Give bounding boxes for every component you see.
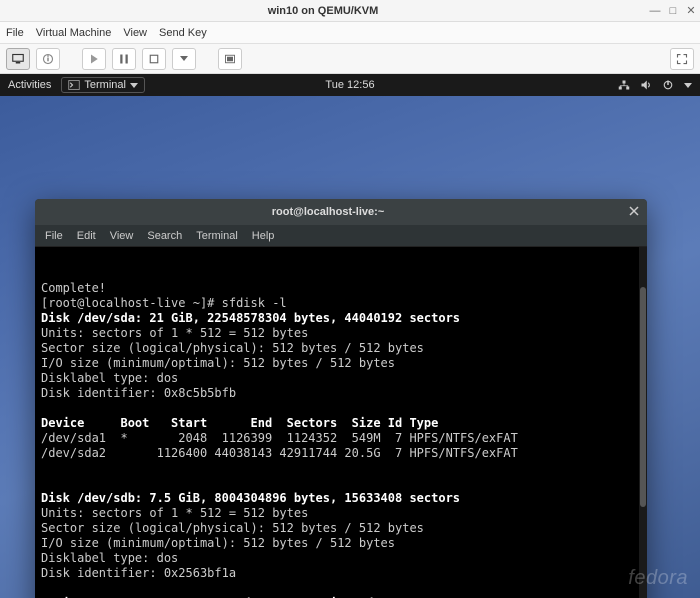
guest-desktop[interactable]: Activities Terminal Tue 12:56 root@local… xyxy=(0,74,700,598)
term-menu-edit[interactable]: Edit xyxy=(77,230,96,242)
terminal-line: Disk /dev/sda: 21 GiB, 22548578304 bytes… xyxy=(41,311,641,326)
fedora-watermark: fedora xyxy=(628,567,688,590)
vm-window-title: win10 on QEMU/KVM xyxy=(0,5,646,17)
activities-button[interactable]: Activities xyxy=(8,79,51,91)
terminal-close-button[interactable] xyxy=(621,206,647,219)
terminal-line: Disklabel type: dos xyxy=(41,371,641,386)
power-icon[interactable] xyxy=(662,79,674,91)
terminal-line: Units: sectors of 1 * 512 = 512 bytes xyxy=(41,326,641,341)
pause-icon xyxy=(118,53,130,65)
scrollbar-thumb[interactable] xyxy=(640,287,646,507)
term-menu-help[interactable]: Help xyxy=(252,230,275,242)
chevron-down-icon xyxy=(130,83,138,88)
snapshot-button[interactable] xyxy=(218,48,242,70)
terminal-line: Disklabel type: dos xyxy=(41,551,641,566)
term-menu-view[interactable]: View xyxy=(110,230,134,242)
gnome-top-bar: Activities Terminal Tue 12:56 xyxy=(0,74,700,96)
terminal-line: Device Boot Start End Sectors Size Id Ty… xyxy=(41,416,641,431)
menu-file[interactable]: File xyxy=(6,27,24,39)
minimize-button[interactable]: — xyxy=(646,5,664,17)
fullscreen-icon xyxy=(676,53,688,65)
run-button[interactable] xyxy=(82,48,106,70)
monitor-icon xyxy=(12,53,24,65)
terminal-output[interactable]: Complete![root@localhost-live ~]# sfdisk… xyxy=(35,247,647,598)
terminal-icon xyxy=(68,79,80,91)
terminal-line: Disk identifier: 0x8c5b5bfb xyxy=(41,386,641,401)
terminal-line xyxy=(41,401,641,416)
terminal-line: Sector size (logical/physical): 512 byte… xyxy=(41,341,641,356)
fullscreen-button[interactable] xyxy=(670,48,694,70)
shutdown-dropdown[interactable] xyxy=(172,48,196,70)
app-menu-terminal[interactable]: Terminal xyxy=(61,77,145,93)
terminal-line: I/O size (minimum/optimal): 512 bytes / … xyxy=(41,536,641,551)
menu-virtual-machine[interactable]: Virtual Machine xyxy=(36,27,112,39)
app-menu-label: Terminal xyxy=(84,79,126,91)
terminal-title: root@localhost-live:~ xyxy=(35,206,621,218)
clock[interactable]: Tue 12:56 xyxy=(325,79,374,91)
terminal-line xyxy=(41,476,641,491)
terminal-scrollbar[interactable] xyxy=(639,247,647,598)
shutdown-button[interactable] xyxy=(142,48,166,70)
close-icon xyxy=(629,206,639,216)
terminal-line: Disk identifier: 0x2563bf1a xyxy=(41,566,641,581)
terminal-window[interactable]: root@localhost-live:~ File Edit View Sea… xyxy=(35,199,647,598)
volume-icon[interactable] xyxy=(640,79,652,91)
pause-button[interactable] xyxy=(112,48,136,70)
terminal-line: I/O size (minimum/optimal): 512 bytes / … xyxy=(41,356,641,371)
terminal-titlebar[interactable]: root@localhost-live:~ xyxy=(35,199,647,225)
terminal-line: [root@localhost-live ~]# sfdisk -l xyxy=(41,296,641,311)
terminal-line: Complete! xyxy=(41,281,641,296)
network-icon[interactable] xyxy=(618,79,630,91)
terminal-line: Sector size (logical/physical): 512 byte… xyxy=(41,521,641,536)
term-menu-terminal[interactable]: Terminal xyxy=(196,230,238,242)
maximize-button[interactable]: □ xyxy=(664,5,682,17)
menu-send-key[interactable]: Send Key xyxy=(159,27,207,39)
info-icon xyxy=(42,53,54,65)
vm-menubar: File Virtual Machine View Send Key xyxy=(0,22,700,44)
menu-view[interactable]: View xyxy=(123,27,147,39)
terminal-menubar: File Edit View Search Terminal Help xyxy=(35,225,647,247)
chevron-down-icon xyxy=(684,83,692,88)
terminal-line: Units: sectors of 1 * 512 = 512 bytes xyxy=(41,506,641,521)
close-button[interactable]: ✕ xyxy=(682,4,700,17)
terminal-line: Disk /dev/sdb: 7.5 GiB, 8004304896 bytes… xyxy=(41,491,641,506)
stop-icon xyxy=(148,53,160,65)
details-button[interactable] xyxy=(36,48,60,70)
terminal-line xyxy=(41,461,641,476)
term-menu-file[interactable]: File xyxy=(45,230,63,242)
term-menu-search[interactable]: Search xyxy=(147,230,182,242)
play-icon xyxy=(88,53,100,65)
terminal-line: /dev/sda1 * 2048 1126399 1124352 549M 7 … xyxy=(41,431,641,446)
console-button[interactable] xyxy=(6,48,30,70)
terminal-line: /dev/sda2 1126400 44038143 42911744 20.5… xyxy=(41,446,641,461)
vm-titlebar: win10 on QEMU/KVM — □ ✕ xyxy=(0,0,700,22)
chevron-down-icon xyxy=(180,56,188,61)
vm-toolbar xyxy=(0,44,700,74)
terminal-line xyxy=(41,581,641,596)
snapshot-icon xyxy=(224,53,236,65)
